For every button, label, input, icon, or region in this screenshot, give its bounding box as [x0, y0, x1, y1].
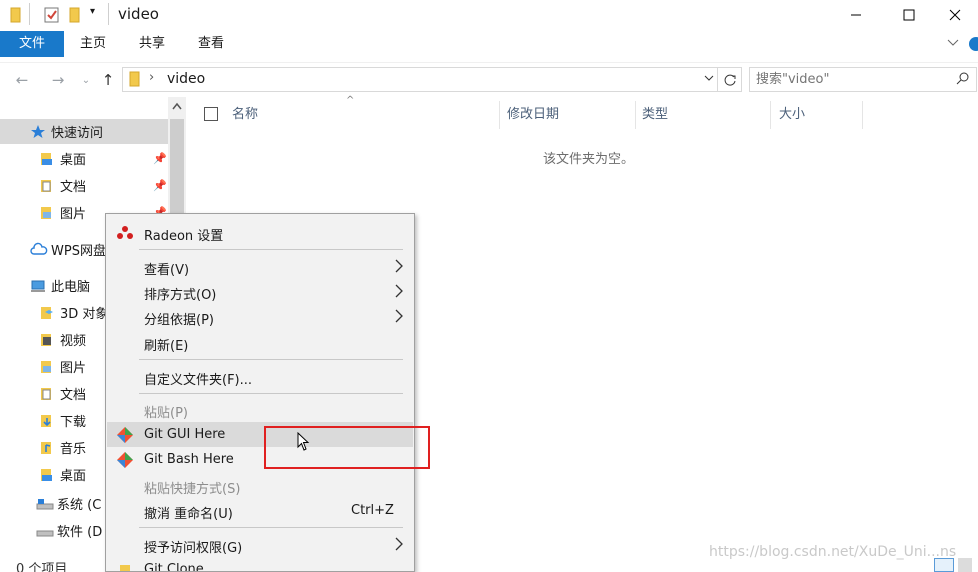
folder-icon: [9, 6, 23, 24]
status-item-count: 0 个项目: [16, 562, 68, 572]
column-divider[interactable]: [499, 101, 500, 129]
expand-ribbon-icon[interactable]: [946, 35, 960, 53]
desktop-folder-icon: [39, 467, 55, 483]
breadcrumb-video[interactable]: video: [167, 71, 205, 87]
column-date-modified[interactable]: 修改日期: [507, 103, 559, 127]
git-clone-icon: [116, 561, 134, 571]
column-type[interactable]: 类型: [642, 103, 668, 127]
downloads-folder-icon: [39, 413, 55, 429]
maximize-button[interactable]: [886, 0, 932, 30]
menu-item-radeon-settings[interactable]: Radeon 设置: [107, 220, 413, 245]
properties-icon[interactable]: [44, 6, 60, 24]
empty-folder-message: 该文件夹为空。: [543, 152, 635, 167]
git-icon: [116, 426, 134, 444]
select-all-checkbox[interactable]: [204, 107, 218, 121]
radeon-icon: [116, 224, 134, 242]
recent-locations-chevron-icon[interactable]: ⌄: [75, 69, 97, 91]
column-divider[interactable]: [770, 101, 771, 129]
details-view-icon[interactable]: [934, 558, 954, 572]
drive-d-icon: [36, 523, 54, 539]
menu-item-sort-by[interactable]: 排序方式(O): [107, 279, 413, 304]
search-icon[interactable]: [956, 71, 970, 89]
submenu-chevron-icon: [392, 257, 406, 275]
computer-icon: [30, 278, 46, 294]
back-arrow-icon[interactable]: ←: [11, 69, 33, 91]
scroll-up-icon[interactable]: [171, 100, 183, 115]
desktop-folder-icon: [39, 151, 55, 167]
minimize-button[interactable]: [833, 0, 879, 30]
submenu-chevron-icon: [392, 307, 406, 325]
address-dropdown-icon[interactable]: [703, 71, 715, 89]
menu-item-customize-folder[interactable]: 自定义文件夹(F)...: [107, 364, 413, 389]
nav-documents-pinned[interactable]: 文档 📌: [0, 173, 168, 198]
column-name[interactable]: 名称: [232, 103, 258, 127]
documents-folder-icon: [39, 178, 55, 194]
divider: [29, 3, 30, 25]
star-icon: [30, 124, 46, 140]
music-folder-icon: [39, 440, 55, 456]
close-button[interactable]: [932, 0, 978, 30]
3d-objects-icon: [39, 305, 55, 321]
forward-arrow-icon[interactable]: →: [47, 69, 69, 91]
videos-folder-icon: [39, 332, 55, 348]
title-bar: ▾ video: [0, 0, 978, 30]
refresh-button[interactable]: [718, 67, 742, 92]
ribbon-tabs: 文件 主页 共享 查看: [0, 31, 978, 57]
refresh-icon: [724, 74, 735, 86]
annotation-highlight-box: [264, 426, 430, 469]
git-icon: [116, 451, 134, 469]
pin-icon[interactable]: 📌: [153, 152, 167, 165]
menu-item-undo-rename[interactable]: 撤消 重命名(U) Ctrl+Z: [107, 498, 413, 523]
pin-icon[interactable]: 📌: [153, 179, 167, 192]
pictures-folder-icon: [39, 359, 55, 375]
nav-quick-access[interactable]: 快速访问: [0, 119, 168, 144]
menu-separator: [139, 393, 403, 394]
menu-item-refresh[interactable]: 刷新(E): [107, 330, 413, 355]
tab-view[interactable]: 查看: [184, 31, 238, 57]
menu-item-git-clone[interactable]: Git Clone: [107, 557, 413, 571]
cloud-icon: [30, 242, 48, 258]
column-divider[interactable]: [862, 101, 863, 129]
menu-separator: [139, 249, 403, 250]
window-title: video: [118, 5, 159, 23]
address-bar[interactable]: › video: [122, 67, 718, 92]
tab-file[interactable]: 文件: [0, 31, 64, 57]
search-input[interactable]: [756, 70, 946, 89]
nav-desktop-pinned[interactable]: 桌面 📌: [0, 146, 168, 171]
tab-home[interactable]: 主页: [66, 31, 120, 57]
menu-item-paste[interactable]: 粘贴(P): [107, 397, 413, 422]
menu-separator: [139, 359, 403, 360]
customize-toolbar-dropdown-icon[interactable]: ▾: [90, 6, 95, 24]
drive-c-icon: [36, 496, 54, 512]
watermark: https://blog.csdn.net/XuDe_Uni...ns: [709, 544, 957, 560]
up-arrow-icon[interactable]: ↑: [97, 69, 119, 91]
sort-ascending-icon: ^: [346, 95, 355, 106]
new-folder-icon[interactable]: [68, 6, 82, 24]
column-divider[interactable]: [635, 101, 636, 129]
documents-folder-icon: [39, 386, 55, 402]
mouse-cursor-icon: [297, 431, 311, 456]
search-box[interactable]: [749, 67, 977, 92]
submenu-chevron-icon: [392, 282, 406, 300]
menu-item-paste-shortcut[interactable]: 粘贴快捷方式(S): [107, 473, 413, 498]
menu-separator: [139, 527, 403, 528]
help-icon[interactable]: [968, 36, 978, 56]
pictures-folder-icon: [39, 205, 55, 221]
navigation-bar: ← → ⌄ ↑ › video: [0, 62, 978, 96]
shortcut-label: Ctrl+Z: [351, 503, 394, 518]
context-menu: Radeon 设置 查看(V) 排序方式(O) 分组依据(P) 刷新(E) 自定…: [105, 213, 415, 572]
menu-item-group-by[interactable]: 分组依据(P): [107, 304, 413, 329]
breadcrumb-separator-icon[interactable]: ›: [149, 70, 154, 85]
submenu-chevron-icon: [392, 535, 406, 553]
menu-item-give-access[interactable]: 授予访问权限(G): [107, 532, 413, 557]
column-size[interactable]: 大小: [779, 103, 805, 127]
divider: [108, 3, 109, 25]
large-icons-view-icon[interactable]: [958, 558, 972, 572]
tab-share[interactable]: 共享: [125, 31, 179, 57]
folder-icon: [129, 71, 141, 91]
menu-item-view[interactable]: 查看(V): [107, 254, 413, 279]
